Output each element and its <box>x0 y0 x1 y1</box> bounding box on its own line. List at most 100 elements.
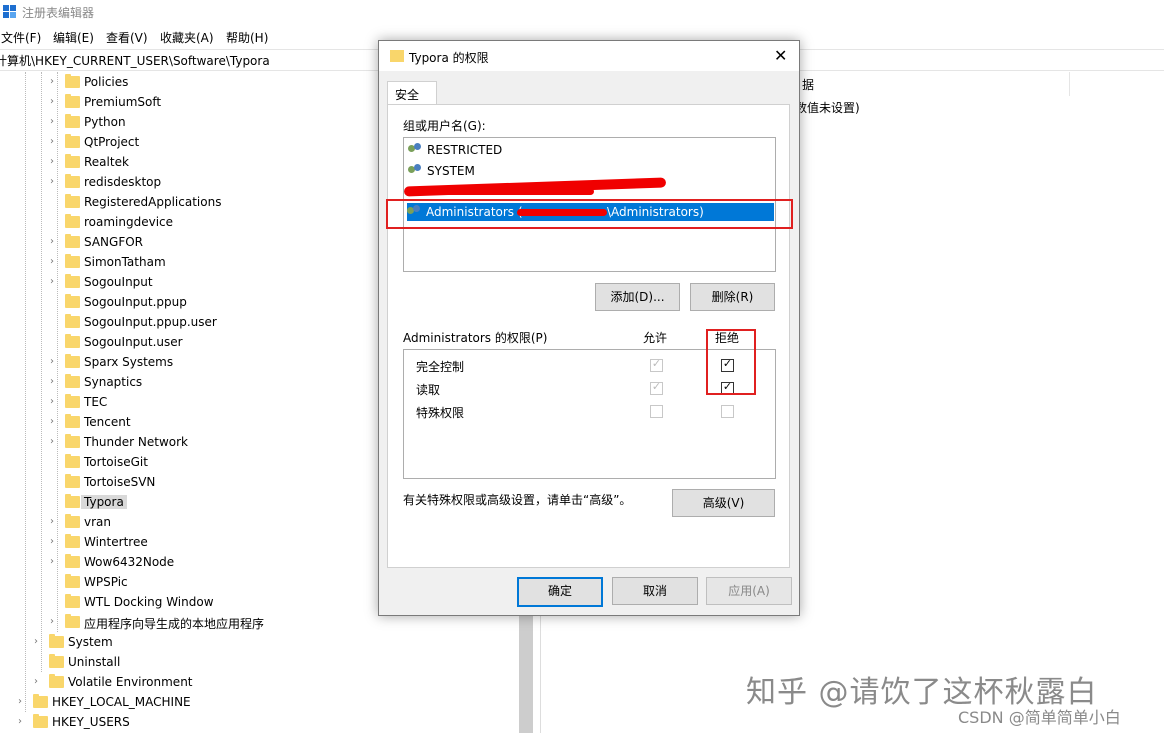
folder-icon <box>65 74 80 88</box>
redaction-scribble <box>444 188 594 195</box>
menu-edit[interactable]: 编辑(E) <box>53 29 94 46</box>
tree-item-label: Tencent <box>84 415 131 429</box>
folder-icon <box>65 454 80 468</box>
allow-full-control-checkbox[interactable]: ✓ <box>650 357 663 372</box>
folder-icon <box>65 334 80 348</box>
folder-icon <box>33 714 48 728</box>
tree-item-label: System <box>68 635 113 649</box>
folder-icon <box>65 514 80 528</box>
folder-icon <box>49 654 64 668</box>
tree-item-label: Wow6432Node <box>84 555 175 569</box>
folder-icon <box>65 214 80 228</box>
regedit-icon <box>3 5 17 19</box>
folder-icon <box>33 694 48 708</box>
folder-icon <box>65 154 80 168</box>
ok-button[interactable]: 确定 <box>517 577 603 607</box>
folder-icon <box>65 494 80 508</box>
user-name: RESTRICTED <box>427 143 503 157</box>
tree-item[interactable]: Uninstall <box>0 653 515 673</box>
tree-item-label: PremiumSoft <box>84 95 162 109</box>
address-path[interactable]: 计算机\HKEY_CURRENT_USER\Software\Typora <box>0 52 270 69</box>
cancel-button[interactable]: 取消 <box>612 577 698 605</box>
group-users-label: 组或用户名(G): <box>403 119 486 133</box>
pane-divider[interactable] <box>540 610 541 733</box>
apply-button[interactable]: 应用(A) <box>706 577 792 605</box>
folder-icon <box>65 594 80 608</box>
tree-item-label: TEC <box>84 395 108 409</box>
csdn-watermark: CSDN @简单简单小白 <box>958 708 1121 727</box>
folder-icon <box>65 174 80 188</box>
tree-item[interactable]: › Volatile Environment <box>0 673 515 693</box>
dialog-title: Typora 的权限 <box>409 51 489 65</box>
tree-item-label: Realtek <box>84 155 129 169</box>
tree-item-label: TortoiseGit <box>84 455 148 469</box>
close-icon[interactable]: ✕ <box>774 46 787 65</box>
permissions-label: Administrators 的权限(P) <box>403 331 548 345</box>
allow-read-checkbox[interactable]: ✓ <box>650 380 663 395</box>
expand-chevron-icon[interactable]: › <box>34 677 44 687</box>
tree-item[interactable]: › 应用程序向导生成的本地应用程序 <box>0 613 515 633</box>
annotation-box-deny <box>706 329 756 395</box>
folder-icon <box>65 534 80 548</box>
folder-icon <box>65 194 80 208</box>
tree-item[interactable]: › System <box>0 633 515 653</box>
title-bar: 注册表编辑器 <box>0 0 1164 26</box>
tree-item-label: Sparx Systems <box>84 355 174 369</box>
permissions-dialog: Typora 的权限 ✕ 安全 组或用户名(G): RESTRICTED SYS… <box>378 40 800 616</box>
tree-item-label: WPSPic <box>84 575 128 589</box>
perm-read: 读取 <box>416 383 441 397</box>
tree-item-label: 应用程序向导生成的本地应用程序 <box>84 617 265 631</box>
tree-item-label: HKEY_USERS <box>52 715 130 729</box>
folder-icon <box>65 134 80 148</box>
tree-item-label: Typora <box>81 495 127 509</box>
advanced-button[interactable]: 高级(V) <box>672 489 775 517</box>
folder-icon <box>65 314 80 328</box>
column-divider[interactable] <box>1069 72 1070 96</box>
folder-icon <box>65 94 80 108</box>
folder-icon <box>65 254 80 268</box>
window-title: 注册表编辑器 <box>22 6 95 20</box>
perm-full-control: 完全控制 <box>416 360 465 374</box>
tree-item-label: Thunder Network <box>84 435 188 449</box>
column-header-data[interactable]: 据 <box>802 76 814 93</box>
folder-icon <box>65 554 80 568</box>
users-icon <box>408 143 424 157</box>
advanced-note: 有关特殊权限或高级设置，请单击“高级”。 <box>403 493 632 507</box>
folder-icon <box>65 234 80 248</box>
deny-special-checkbox[interactable] <box>721 405 734 418</box>
remove-button[interactable]: 删除(R) <box>690 283 775 311</box>
folder-icon <box>49 634 64 648</box>
default-value-cell: 数值未设置) <box>795 101 860 115</box>
menu-favorites[interactable]: 收藏夹(A) <box>160 29 214 46</box>
folder-icon <box>65 414 80 428</box>
folder-icon <box>65 374 80 388</box>
tree-item-label: SimonTatham <box>84 255 166 269</box>
menu-file[interactable]: 文件(F) <box>1 29 41 46</box>
folder-icon <box>65 294 80 308</box>
tree-item-label: HKEY_LOCAL_MACHINE <box>52 695 191 709</box>
add-button[interactable]: 添加(D)... <box>595 283 680 311</box>
tree-item-label: RegisteredApplications <box>84 195 222 209</box>
tab-security[interactable]: 安全 <box>387 81 437 106</box>
tree-item-label: QtProject <box>84 135 140 149</box>
menu-help[interactable]: 帮助(H) <box>226 29 268 46</box>
tree-item-label: SogouInput <box>84 275 153 289</box>
expand-chevron-icon[interactable]: › <box>18 717 28 727</box>
menu-view[interactable]: 查看(V) <box>106 29 148 46</box>
tree-item[interactable]: › HKEY_USERS <box>0 713 515 733</box>
tree-item-label: Wintertree <box>84 535 148 549</box>
user-row-system[interactable]: SYSTEM <box>408 162 588 180</box>
tree-scrollbar[interactable] <box>519 608 533 733</box>
tree-item[interactable]: › HKEY_LOCAL_MACHINE <box>0 693 515 713</box>
tree-item-label: WTL Docking Window <box>84 595 214 609</box>
allow-special-checkbox[interactable] <box>650 405 663 418</box>
folder-icon <box>65 474 80 488</box>
tree-item-label: Volatile Environment <box>68 675 193 689</box>
tree-item-label: SogouInput.ppup.user <box>84 315 217 329</box>
folder-icon <box>65 574 80 588</box>
folder-icon <box>65 354 80 368</box>
tree-item-label: SogouInput.user <box>84 335 183 349</box>
tree-guide-line <box>25 72 27 712</box>
tree-item-label: SogouInput.ppup <box>84 295 187 309</box>
user-row-restricted[interactable]: RESTRICTED <box>408 141 588 159</box>
